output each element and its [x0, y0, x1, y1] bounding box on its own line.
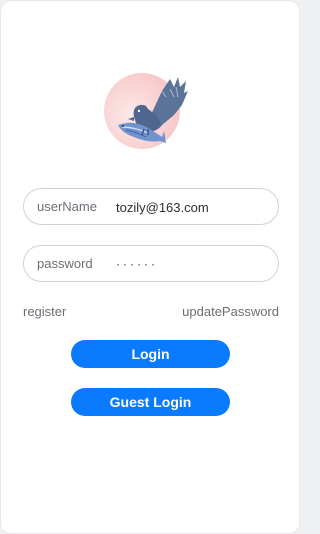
password-input[interactable]: [116, 254, 266, 274]
username-field[interactable]: userName: [23, 188, 279, 225]
register-link[interactable]: register: [23, 304, 66, 319]
password-field[interactable]: password: [23, 245, 279, 282]
username-label: userName: [37, 199, 97, 214]
login-screen: userName password register updatePasswor…: [1, 1, 299, 533]
update-password-link[interactable]: updatePassword: [182, 304, 279, 319]
eagle-fish-logo-icon: [104, 73, 188, 149]
username-input[interactable]: [116, 197, 266, 217]
login-button[interactable]: Login: [71, 340, 230, 368]
password-label: password: [37, 256, 93, 271]
guest-login-button[interactable]: Guest Login: [71, 388, 230, 416]
